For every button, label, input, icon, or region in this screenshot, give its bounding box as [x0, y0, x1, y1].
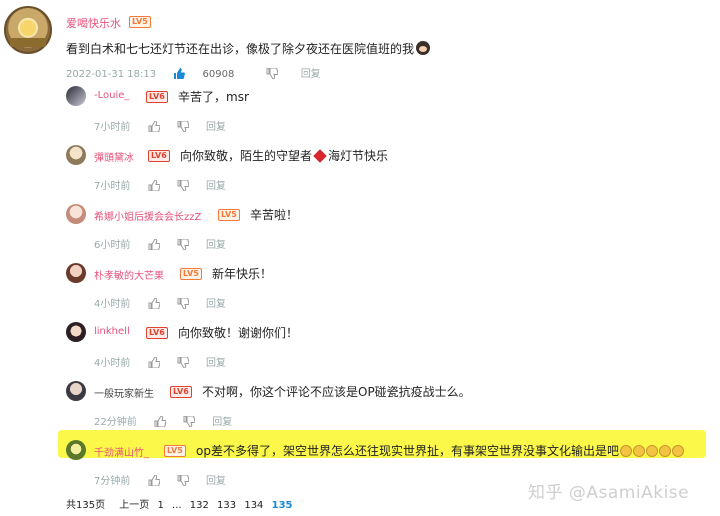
reply-button[interactable]: 回复 [206, 476, 226, 487]
avatar[interactable] [66, 263, 86, 283]
reply-username[interactable]: -Louie_ [94, 90, 129, 101]
reply-item: 一般玩家新生 LV6 不对啊，你这个评论不应该是OP碰瓷抗疫战士么。 22分钟前… [60, 377, 700, 435]
avatar[interactable] [66, 145, 86, 165]
pagination: 共135页 上一页 1 ... 132 133 134 135 [66, 496, 297, 511]
reply-item: 希娜小姐后援会会长zzZ LV5 辛苦啦！ 6小时前 回复 [60, 200, 700, 258]
reply-meta: 7分钟前 回复 [94, 475, 226, 487]
level-badge: LV5 [164, 445, 186, 457]
page-link[interactable]: 133 [217, 500, 236, 511]
emoji-icon [645, 445, 658, 457]
reply-text: 新年快乐！ [212, 267, 273, 281]
avatar[interactable] [4, 6, 52, 54]
thumbs-up-icon[interactable] [148, 298, 160, 309]
page-ellipsis: ... [172, 500, 182, 511]
reply-username[interactable]: 朴孝敏的大芒果 [94, 267, 164, 282]
emoji-icon [671, 445, 684, 457]
reply-username[interactable]: linkhell [94, 326, 130, 337]
reply-item: linkhell LV6 向你致敬！谢谢你们！ 4小时前 回复 [60, 318, 700, 376]
prev-page-button[interactable]: 上一页 [119, 500, 149, 511]
level-badge: LV5 [218, 209, 240, 221]
watermark: 知乎 @AsamiAkise [528, 483, 690, 503]
level-badge: LV6 [170, 386, 192, 398]
emoji-icon [632, 445, 645, 457]
thumbs-down-icon[interactable] [266, 68, 278, 79]
reply-meta: 6小时前 回复 [94, 239, 226, 251]
reply-button[interactable]: 回复 [206, 122, 226, 133]
thumbs-down-icon[interactable] [177, 298, 189, 309]
reply-button[interactable]: 回复 [206, 240, 226, 251]
thumbs-up-icon[interactable] [154, 416, 166, 427]
thumbs-down-icon[interactable] [177, 239, 189, 250]
thumbs-down-icon[interactable] [177, 475, 189, 486]
main-username[interactable]: 爱喝快乐水 [66, 15, 121, 31]
level-badge: LV6 [146, 91, 168, 103]
reply-button[interactable]: 回复 [206, 181, 226, 192]
page-total: 共135页 [66, 500, 106, 511]
thumbs-down-icon[interactable] [177, 357, 189, 368]
reply-meta: 22分钟前 回复 [94, 416, 233, 428]
avatar[interactable] [66, 322, 86, 342]
reply-meta: 7小时前 回复 [94, 180, 226, 192]
level-badge: LV5 [180, 268, 202, 280]
reply-item: -Louie_ LV6 辛苦了，msr 7小时前 回复 [60, 82, 700, 140]
thumbs-up-icon[interactable] [148, 180, 160, 191]
main-comment-text: 看到白术和七七还灯节还在出诊，像极了除夕夜还在医院值班的我 [66, 40, 431, 57]
reply-username[interactable]: 希娜小姐后援会会长zzZ [94, 208, 201, 223]
level-badge: LV6 [146, 327, 168, 339]
emoji-icon [658, 445, 671, 457]
thumbs-down-icon[interactable] [183, 416, 196, 427]
avatar[interactable] [66, 86, 86, 106]
reply-button[interactable]: 回复 [301, 69, 321, 80]
reply-username[interactable]: 一般玩家新生 [94, 385, 154, 400]
reply-text: 辛苦了，msr [178, 90, 249, 104]
reply-text: 向你致敬，陌生的守望者 海灯节快乐 [180, 149, 389, 163]
page-link[interactable]: 132 [190, 500, 209, 511]
reply-text: 向你致敬！谢谢你们！ [178, 326, 299, 340]
lantern-icon [313, 149, 327, 163]
level-badge: LV5 [129, 16, 151, 28]
page-link[interactable]: 134 [244, 500, 263, 511]
reply-text: 不对啊，你这个评论不应该是OP碰瓷抗疫战士么。 [202, 385, 471, 399]
reply-button[interactable]: 回复 [206, 299, 226, 310]
reply-button[interactable]: 回复 [212, 417, 232, 428]
reply-meta: 4小时前 回复 [94, 298, 226, 310]
avatar[interactable] [66, 440, 86, 460]
thumbs-down-icon[interactable] [177, 121, 189, 132]
main-comment-meta: 2022-01-31 18:13 60908 回复 [66, 65, 335, 80]
reply-text: op差不多得了，架空世界怎么还往现实世界扯，有事架空世界没事文化输出是吧 [196, 442, 684, 459]
thumbs-up-icon[interactable] [148, 475, 160, 486]
thumbs-down-icon[interactable] [177, 180, 189, 191]
emoji-icon [619, 445, 632, 457]
comment-thread: 爱喝快乐水 LV5 看到白术和七七还灯节还在出诊，像极了除夕夜还在医院值班的我 … [0, 0, 720, 516]
reply-button[interactable]: 回复 [206, 358, 226, 369]
page-current[interactable]: 135 [272, 500, 293, 511]
level-badge: LV6 [148, 150, 170, 162]
avatar[interactable] [66, 381, 86, 401]
like-button[interactable]: 60908 [173, 68, 251, 80]
page-link[interactable]: 1 [157, 500, 163, 511]
avatar[interactable] [66, 204, 86, 224]
reply-text: 辛苦啦！ [250, 208, 299, 222]
thumbs-up-icon [173, 68, 186, 79]
reply-username[interactable]: 彈頭黛冰 [94, 149, 134, 164]
thumbs-up-icon[interactable] [148, 239, 160, 250]
reply-item: 朴孝敏的大芒果 LV5 新年快乐！ 4小时前 回复 [60, 259, 700, 317]
reply-meta: 4小时前 回复 [94, 357, 226, 369]
reply-meta: 7小时前 回复 [94, 121, 226, 133]
avatar-emoji-icon [416, 41, 431, 55]
reply-username[interactable]: 千劲满山竹_ [94, 444, 149, 459]
reply-item: 彈頭黛冰 LV6 向你致敬，陌生的守望者 海灯节快乐 7小时前 回复 [60, 141, 700, 199]
thumbs-up-icon[interactable] [148, 121, 160, 132]
thumbs-up-icon[interactable] [148, 357, 160, 368]
comment-date: 2022-01-31 18:13 [66, 69, 157, 80]
